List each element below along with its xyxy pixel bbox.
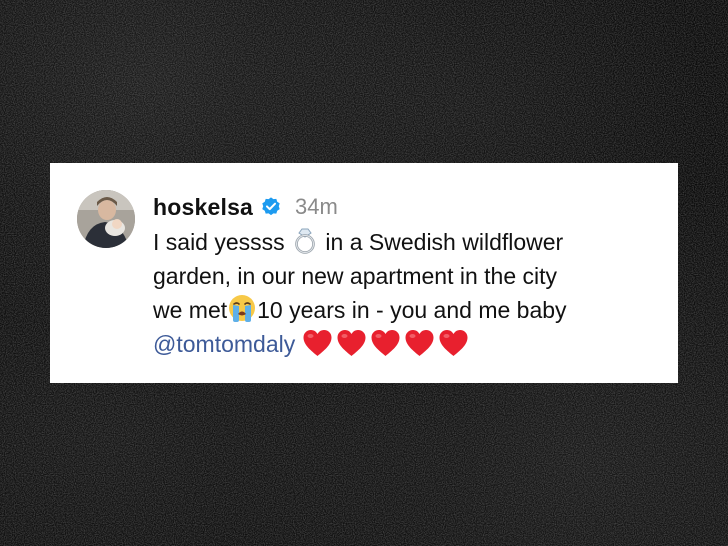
caption-line-2: garden, in our new apartment in the city (153, 263, 558, 289)
caption-line-1: I said yessss in a Swedish wildflower (153, 225, 663, 259)
post-timestamp: 34m (295, 194, 338, 219)
mention-link[interactable]: @tomtomdaly (153, 331, 295, 357)
red-heart-emoji-icon (439, 330, 468, 356)
verified-badge-icon (262, 197, 280, 216)
caption-text: 10 years in - you and me baby (257, 297, 567, 323)
crying-face-emoji-icon (229, 295, 256, 322)
comment-caption: I said yessss in a Swedish wildflower ga… (153, 225, 663, 367)
caption-text: we met (153, 297, 228, 323)
caption-line-4: @tomtomdaly (153, 327, 663, 367)
hearts-row (301, 328, 471, 367)
red-heart-emoji-icon (303, 330, 332, 356)
caption-line-3: we met 10 years in - you and me baby (153, 293, 663, 327)
caption-text: I said yessss (153, 229, 292, 255)
caption-text: in a Swedish wildflower (319, 229, 564, 255)
instagram-comment-card: hoskelsa 34m I said yessss in a Swedish … (50, 163, 678, 383)
avatar-photo (77, 190, 135, 248)
username[interactable]: hoskelsa (153, 194, 253, 221)
comment-header: hoskelsa 34m (153, 191, 663, 223)
ring-emoji-icon (295, 228, 315, 254)
comment-content: hoskelsa 34m I said yessss in a Swedish … (153, 191, 663, 367)
red-heart-emoji-icon (371, 330, 400, 356)
avatar[interactable] (77, 190, 135, 248)
red-heart-emoji-icon (405, 330, 434, 356)
red-heart-emoji-icon (337, 330, 366, 356)
